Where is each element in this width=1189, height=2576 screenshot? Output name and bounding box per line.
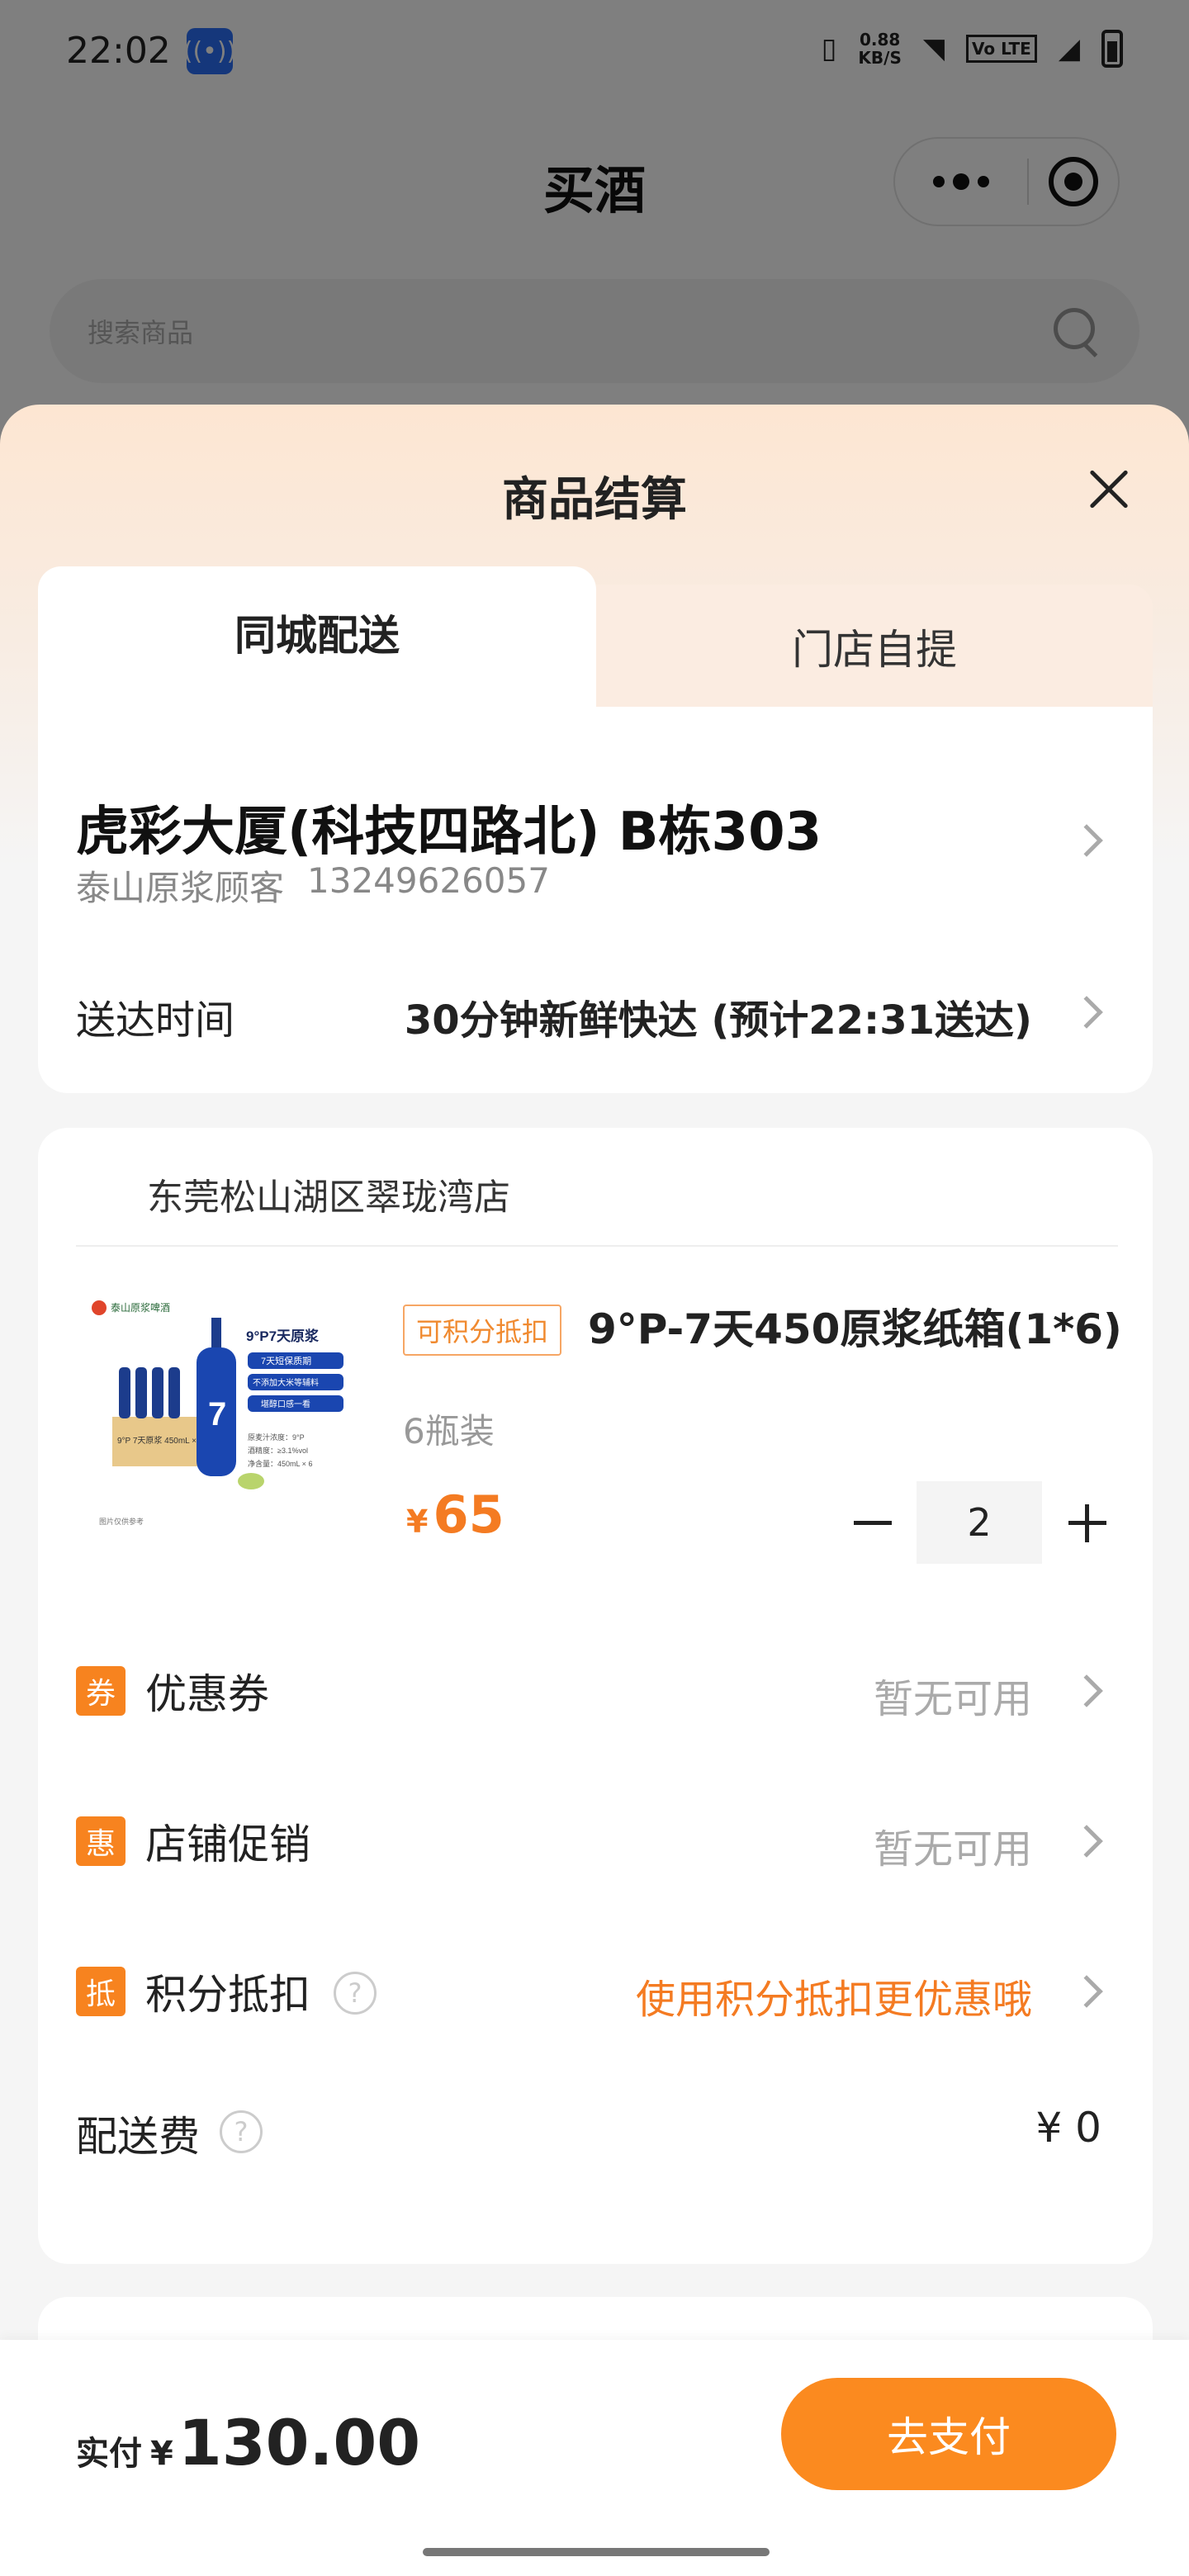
chevron-right-icon [1070,824,1103,857]
image-tag1: 7天短保质期 [261,1355,311,1366]
bottom-bar: 实付 ¥ 130.00 去支付 [0,2340,1189,2576]
points-icon: 抵 [76,1967,126,2016]
coupon-label: 优惠券 [145,1670,269,1718]
price-value: 65 [433,1485,504,1545]
delivery-fee-value: ¥ 0 [1035,2104,1101,2152]
image-headline: 9°P7天原浆 [246,1328,320,1344]
total-label: 实付 [76,2435,142,2473]
total-currency: ¥ [150,2435,173,2473]
product-name: 9°P-7天450原浆纸箱(1*6) [588,1305,1122,1353]
chevron-right-icon [1070,996,1103,1029]
coupon-value: 暂无可用 [873,1676,1032,1722]
contact-name: 泰山原浆顾客 [76,868,285,908]
image-spec1: 原麦汁浓度：9°P [248,1432,305,1442]
coupon-row[interactable]: 券 优惠券 暂无可用 [38,1643,1153,1742]
help-icon[interactable]: ? [334,1972,377,2015]
product-spec: 6瓶装 [403,1411,495,1451]
points-badge: 可积分抵扣 [403,1305,562,1356]
promotion-label: 店铺促销 [145,1821,310,1868]
divider [76,1245,1118,1247]
sheet-title: 商品结算 [502,473,687,527]
delivery-time-label: 送达时间 [76,997,235,1044]
points-row[interactable]: 抵 积分抵扣 ? 使用积分抵扣更优惠哦 [38,1944,1153,2043]
decrease-button[interactable] [831,1481,913,1564]
address-card: 虎彩大厦(科技四路北) B栋303 泰山原浆顾客 13249626057 送达时… [38,707,1153,1093]
promotion-icon: 惠 [76,1816,126,1866]
delivery-tabs: 门店自提 同城配送 [38,566,1153,708]
contact-phone: 13249626057 [307,860,550,901]
brand-logo-icon [92,1300,107,1315]
delivery-fee-row: 配送费 ? ¥ 0 [38,2087,1153,2186]
small-bottles [119,1367,180,1418]
help-icon[interactable]: ? [220,2110,263,2153]
tab-store-pickup[interactable]: 门店自提 [596,585,1153,708]
total-value: 130.00 [178,2406,421,2479]
tab-city-delivery[interactable]: 同城配送 [38,566,596,708]
quantity-stepper: 2 [831,1481,1128,1564]
chevron-right-icon [1070,1674,1103,1707]
checkout-sheet: 商品结算 门店自提 同城配送 虎彩大厦(科技四路北) B栋303 泰山原浆顾客 … [0,405,1189,2576]
promotion-row[interactable]: 惠 店铺促销 暂无可用 [38,1793,1153,1892]
image-brand: 泰山原浆啤酒 [111,1301,170,1314]
coupon-icon: 券 [76,1666,126,1716]
image-tag2: 不添加大米等辅料 [253,1377,319,1388]
bottle-number: 7 [208,1396,226,1432]
increase-button[interactable] [1045,1481,1128,1564]
home-indicator[interactable] [423,2548,770,2556]
bottle-neck-shape [211,1318,221,1351]
address-line: 虎彩大厦(科技四路北) B栋303 [76,802,822,863]
points-value: 使用积分抵扣更优惠哦 [635,1977,1032,2023]
order-card: 东莞松山湖区翠珑湾店 泰山原浆啤酒 9°P 7天原浆 450mL × 6瓶 7 … [38,1128,1153,2264]
image-spec2: 酒精度：≥3.1%vol [248,1446,308,1455]
close-icon[interactable] [1082,462,1136,517]
hop-decoration [238,1473,264,1489]
delivery-fee-label: 配送费 [76,2113,200,2161]
total-amount: 实付 ¥ 130.00 [76,2406,420,2479]
image-spec3: 净含量：450mL × 6 [248,1459,312,1468]
chevron-right-icon [1070,1825,1103,1858]
pay-button[interactable]: 去支付 [781,2378,1116,2490]
image-footer: 图片仅供参考 [99,1517,144,1526]
product-image: 泰山原浆啤酒 9°P 7天原浆 450mL × 6瓶 7 9°P7天原浆 7天短… [71,1276,385,1549]
quantity-value[interactable]: 2 [917,1481,1042,1564]
product-price: ¥ 65 [406,1485,504,1545]
delivery-time-value: 30分钟新鲜快达 (预计22:31送达) [404,997,1032,1044]
image-tag3: 堪醇口感一看 [261,1399,310,1409]
points-label: 积分抵扣 [145,1971,310,2019]
store-name: 东莞松山湖区翠珑湾店 [147,1177,510,1219]
address-contact: 泰山原浆顾客 13249626057 [76,860,550,911]
price-currency: ¥ [406,1503,429,1540]
promotion-value: 暂无可用 [873,1826,1032,1873]
chevron-right-icon [1070,1975,1103,2008]
